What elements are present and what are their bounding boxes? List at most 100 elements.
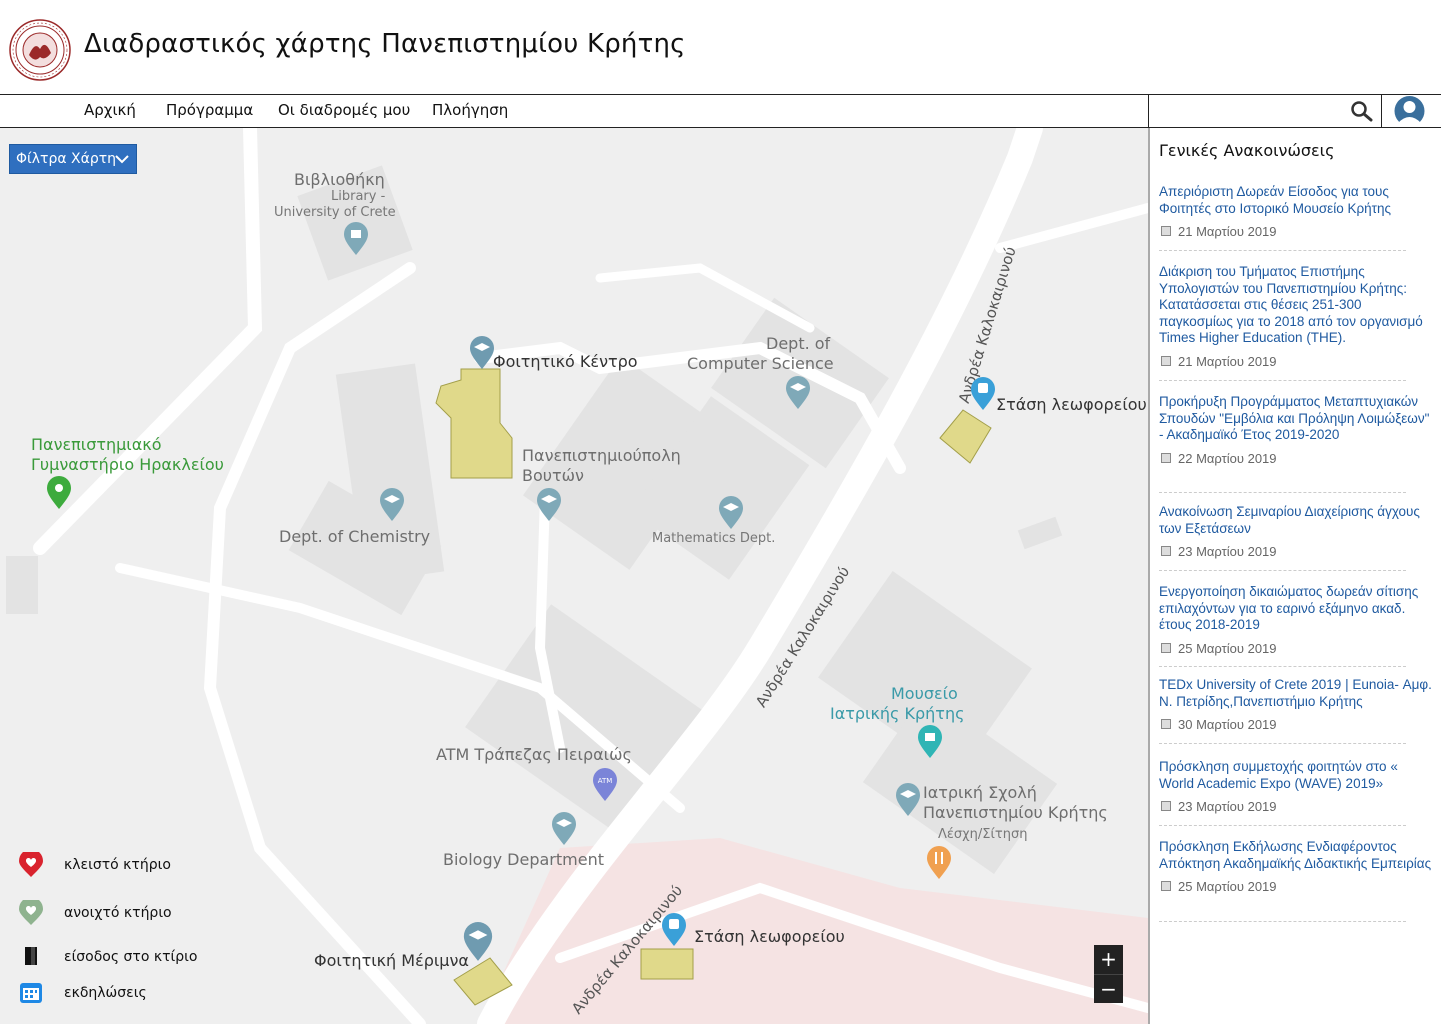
bus-stop-pin-icon-2[interactable]	[661, 913, 687, 947]
closed-building-heart-icon	[19, 852, 43, 877]
announcement-date: 22 Μαρτίου 2019	[1178, 450, 1277, 466]
library-pin-icon[interactable]	[343, 222, 369, 256]
announcement-link[interactable]: Ανακοίνωση Σεμιναρίου Διαχείρισης άγχους…	[1159, 504, 1434, 537]
divider	[1159, 825, 1406, 826]
calendar-icon	[1161, 801, 1171, 811]
label-bus-stop-1: Στάση λεωφορείου	[996, 395, 1147, 414]
divider	[1159, 666, 1406, 667]
calendar-icon	[1161, 355, 1171, 366]
announcement-link[interactable]: Διάκριση του Τμήματος Επιστήμης Υπολογισ…	[1159, 264, 1434, 347]
door-entrance-icon	[25, 947, 37, 965]
legend-entrance-label: είσοδος στο κτίριο	[64, 949, 198, 965]
search-box	[1148, 95, 1382, 127]
chemistry-pin-icon[interactable]	[379, 488, 405, 522]
search-input[interactable]	[1153, 98, 1343, 124]
club-pin-icon[interactable]	[926, 846, 952, 880]
header: Διαδραστικός χάρτης Πανεπιστημίου Κρήτης	[0, 0, 1441, 94]
label-bus-stop-2: Στάση λεωφορείου	[694, 927, 845, 946]
open-building-heart-icon	[19, 900, 43, 925]
announcement-item: TEDx University of Crete 2019 | Eunoia- …	[1159, 677, 1434, 744]
announcement-link[interactable]: Προκήρυξη Προγράμματος Μεταπτυχιακών Σπο…	[1159, 394, 1434, 444]
calendar-events-icon	[20, 983, 42, 1003]
legend-open-label: ανοιχτό κτήριο	[64, 905, 172, 921]
divider	[1159, 743, 1406, 744]
announcement-item: Πρόσκληση συμμετοχής φοιτητών στο « Worl…	[1159, 759, 1434, 826]
atm-badge: ATM	[598, 777, 613, 785]
calendar-icon	[1161, 452, 1171, 463]
dorm-pin-icon[interactable]	[462, 922, 494, 962]
announcement-date: 21 Μαρτίου 2019	[1178, 224, 1277, 239]
bus-stop-pin-icon[interactable]	[970, 377, 996, 411]
nav-program[interactable]: Πρόγραμμα	[166, 101, 253, 119]
label-library-en1: Library -	[331, 189, 386, 204]
biology-pin-icon[interactable]	[551, 812, 577, 846]
label-gym-2: Γυμναστήριο Ηρακλείου	[31, 455, 224, 474]
atm-pin-icon[interactable]: ATM	[592, 768, 618, 802]
math-pin-icon[interactable]	[718, 496, 744, 530]
user-avatar-icon[interactable]	[1393, 96, 1426, 126]
university-seal-icon[interactable]	[9, 19, 71, 81]
label-chemistry: Dept. of Chemistry	[279, 527, 431, 546]
announcement-link[interactable]: TEDx University of Crete 2019 | Eunoia- …	[1159, 677, 1434, 710]
label-biology: Biology Department	[443, 850, 604, 869]
label-campus-1: Πανεπιστημιούπολη	[522, 446, 681, 465]
map-filter-button[interactable]: Φίλτρα Χάρτη	[9, 144, 137, 174]
divider	[1159, 250, 1406, 251]
campus-map[interactable]: Φίλτρα Χάρτη Βιβλιοθήκη Library - Univer…	[0, 128, 1148, 1024]
legend-closed-label: κλειστό κτήριο	[64, 857, 171, 873]
gym-pin-icon[interactable]	[46, 476, 72, 510]
announcement-link[interactable]: Ενεργοποίηση δικαιώματος δωρεάν σίτισης …	[1159, 584, 1434, 634]
zoom-control: + −	[1094, 945, 1123, 1003]
announcement-link[interactable]: Πρόσκληση συμμετοχής φοιτητών στο « Worl…	[1159, 759, 1434, 792]
label-campus-2: Βουτών	[522, 466, 584, 485]
announcement-item: Διάκριση του Τμήματος Επιστήμης Υπολογισ…	[1159, 264, 1434, 381]
main-navbar: Αρχική Πρόγραμμα Οι διαδρομές μου Πλοήγη…	[0, 94, 1441, 128]
announcement-date: 30 Μαρτίου 2019	[1178, 717, 1277, 732]
calendar-icon	[1161, 642, 1171, 653]
calendar-icon	[1161, 719, 1171, 729]
announcement-link[interactable]: Απεριόριστη Δωρεάν Είσοδος για τους Φοιτ…	[1159, 184, 1434, 217]
nav-my-routes[interactable]: Οι διαδρομές μου	[278, 101, 410, 119]
label-library-gr: Βιβλιοθήκη	[294, 170, 385, 189]
label-cs-dept-2: Computer Science	[687, 354, 834, 373]
medical-school-pin-icon[interactable]	[895, 783, 921, 817]
announcement-link[interactable]: Πρόσκληση Εκδήλωσης Ενδιαφέροντος Απόκτη…	[1159, 839, 1434, 872]
student-center-pin-icon[interactable]	[469, 336, 495, 370]
announcement-date: 25 Μαρτίου 2019	[1178, 640, 1277, 656]
label-student-center: Φοιτητικό Κέντρο	[493, 352, 638, 371]
label-museum-2: Ιατρικής Κρήτης	[830, 704, 965, 723]
nav-home[interactable]: Αρχική	[84, 101, 136, 119]
label-museum-1: Μουσείο	[891, 684, 958, 703]
announcement-item: Πρόσκληση Εκδήλωσης Ενδιαφέροντος Απόκτη…	[1159, 839, 1434, 922]
cs-dept-pin-icon[interactable]	[785, 376, 811, 410]
museum-pin-icon[interactable]	[917, 725, 943, 759]
calendar-icon	[1161, 226, 1171, 236]
label-library-en2: University of Crete	[274, 205, 396, 220]
announcement-date: 23 Μαρτίου 2019	[1178, 799, 1277, 814]
divider	[1159, 921, 1406, 922]
announcements-sidebar: Γενικές Ανακοινώσεις Απεριόριστη Δωρεάν …	[1148, 128, 1441, 1024]
page-title: Διαδραστικός χάρτης Πανεπιστημίου Κρήτης	[84, 29, 686, 59]
nav-navigation[interactable]: Πλοήγηση	[432, 101, 508, 119]
chevron-down-icon	[115, 155, 129, 164]
sidebar-title: Γενικές Ανακοινώσεις	[1159, 141, 1335, 160]
announcement-date: 25 Μαρτίου 2019	[1178, 879, 1277, 894]
announcement-date: 23 Μαρτίου 2019	[1178, 544, 1277, 559]
announcement-date: 21 Μαρτίου 2019	[1178, 353, 1277, 369]
label-medical-1: Ιατρική Σχολή	[923, 783, 1037, 802]
announcement-item: Προκήρυξη Προγράμματος Μεταπτυχιακών Σπο…	[1159, 394, 1434, 493]
map-filter-label: Φίλτρα Χάρτη	[16, 151, 117, 167]
map-base	[6, 128, 1148, 1024]
divider	[1159, 570, 1406, 571]
calendar-icon	[1161, 881, 1171, 891]
label-gym-1: Πανεπιστημιακό	[31, 435, 162, 454]
label-cs-dept-1: Dept. of	[766, 334, 831, 353]
zoom-out-button[interactable]: −	[1094, 974, 1123, 1003]
announcement-item: Ενεργοποίηση δικαιώματος δωρεάν σίτισης …	[1159, 584, 1434, 667]
announcement-item: Ανακοίνωση Σεμιναρίου Διαχείρισης άγχους…	[1159, 504, 1434, 571]
label-math: Mathematics Dept.	[652, 531, 776, 546]
label-atm: ATM Τράπεζας Πειραιώς	[436, 745, 632, 764]
search-icon[interactable]	[1349, 99, 1375, 123]
campus-pin-icon[interactable]	[536, 488, 562, 522]
zoom-in-button[interactable]: +	[1094, 945, 1123, 974]
